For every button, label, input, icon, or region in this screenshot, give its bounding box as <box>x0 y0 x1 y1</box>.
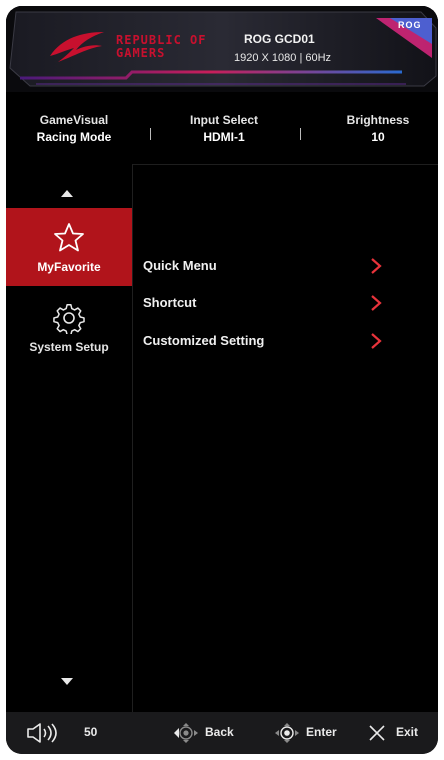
brand-text: REPUBLIC OF GAMERS <box>116 33 207 60</box>
divider <box>150 128 151 140</box>
back-button[interactable]: Back <box>205 725 234 739</box>
close-icon <box>369 725 385 741</box>
star-icon <box>54 223 84 252</box>
rog-eye-logo-icon <box>50 32 104 62</box>
gear-icon <box>53 304 85 334</box>
menu-item-label: Customized Setting <box>143 333 265 348</box>
menu-item-shortcut[interactable]: Shortcut <box>133 287 438 323</box>
scroll-down-arrow-icon[interactable] <box>61 678 73 685</box>
divider <box>300 128 301 140</box>
volume-icon[interactable] <box>26 722 60 744</box>
chevron-right-icon <box>371 258 382 274</box>
sidebar-item-myfavorite[interactable]: MyFavorite <box>6 208 132 286</box>
menu-item-customized-setting[interactable]: Customized Setting <box>133 325 438 361</box>
input-select-value: HDMI-1 <box>203 130 245 144</box>
gamevisual-status: GameVisual Racing Mode <box>24 112 124 146</box>
menu-item-label: Shortcut <box>143 295 197 310</box>
osd-panel: REPUBLIC OF GAMERS ROG ROG GCD01 1920 X … <box>6 6 438 754</box>
status-bar: GameVisual Racing Mode Input Select HDMI… <box>6 92 438 165</box>
menu-item-label: Quick Menu <box>143 258 217 273</box>
sidebar-item-label: MyFavorite <box>37 260 101 274</box>
scroll-up-arrow-icon[interactable] <box>61 190 73 197</box>
chevron-right-icon <box>371 333 382 349</box>
joystick-press-icon <box>275 723 299 743</box>
brightness-status: Brightness 10 <box>328 112 428 146</box>
joystick-left-icon <box>174 723 198 743</box>
input-select-label: Input Select <box>189 113 258 127</box>
sidebar-item-label: System Setup <box>29 340 109 354</box>
gamevisual-value: Racing Mode <box>36 130 112 144</box>
enter-button[interactable]: Enter <box>306 725 337 739</box>
brightness-value: 10 <box>371 130 385 144</box>
sidebar: MyFavorite System Setup <box>6 164 133 712</box>
gamevisual-label: GameVisual <box>39 113 109 127</box>
brightness-label: Brightness <box>346 113 410 127</box>
rog-banner: REPUBLIC OF GAMERS ROG ROG GCD01 1920 X … <box>6 6 438 92</box>
resolution-text: 1920 X 1080 | 60Hz <box>234 52 332 64</box>
model-name: ROG GCD01 <box>244 32 315 46</box>
volume-value: 50 <box>84 725 98 739</box>
chevron-right-icon <box>371 295 382 311</box>
input-select-status: Input Select HDMI-1 <box>174 112 274 146</box>
exit-button[interactable]: Exit <box>396 725 418 739</box>
footer-bar: 50 Back Enter Exit <box>6 712 438 754</box>
menu-item-quick-menu[interactable]: Quick Menu <box>133 250 438 286</box>
sidebar-item-system-setup[interactable]: System Setup <box>6 298 132 358</box>
rog-badge: ROG <box>398 20 422 30</box>
